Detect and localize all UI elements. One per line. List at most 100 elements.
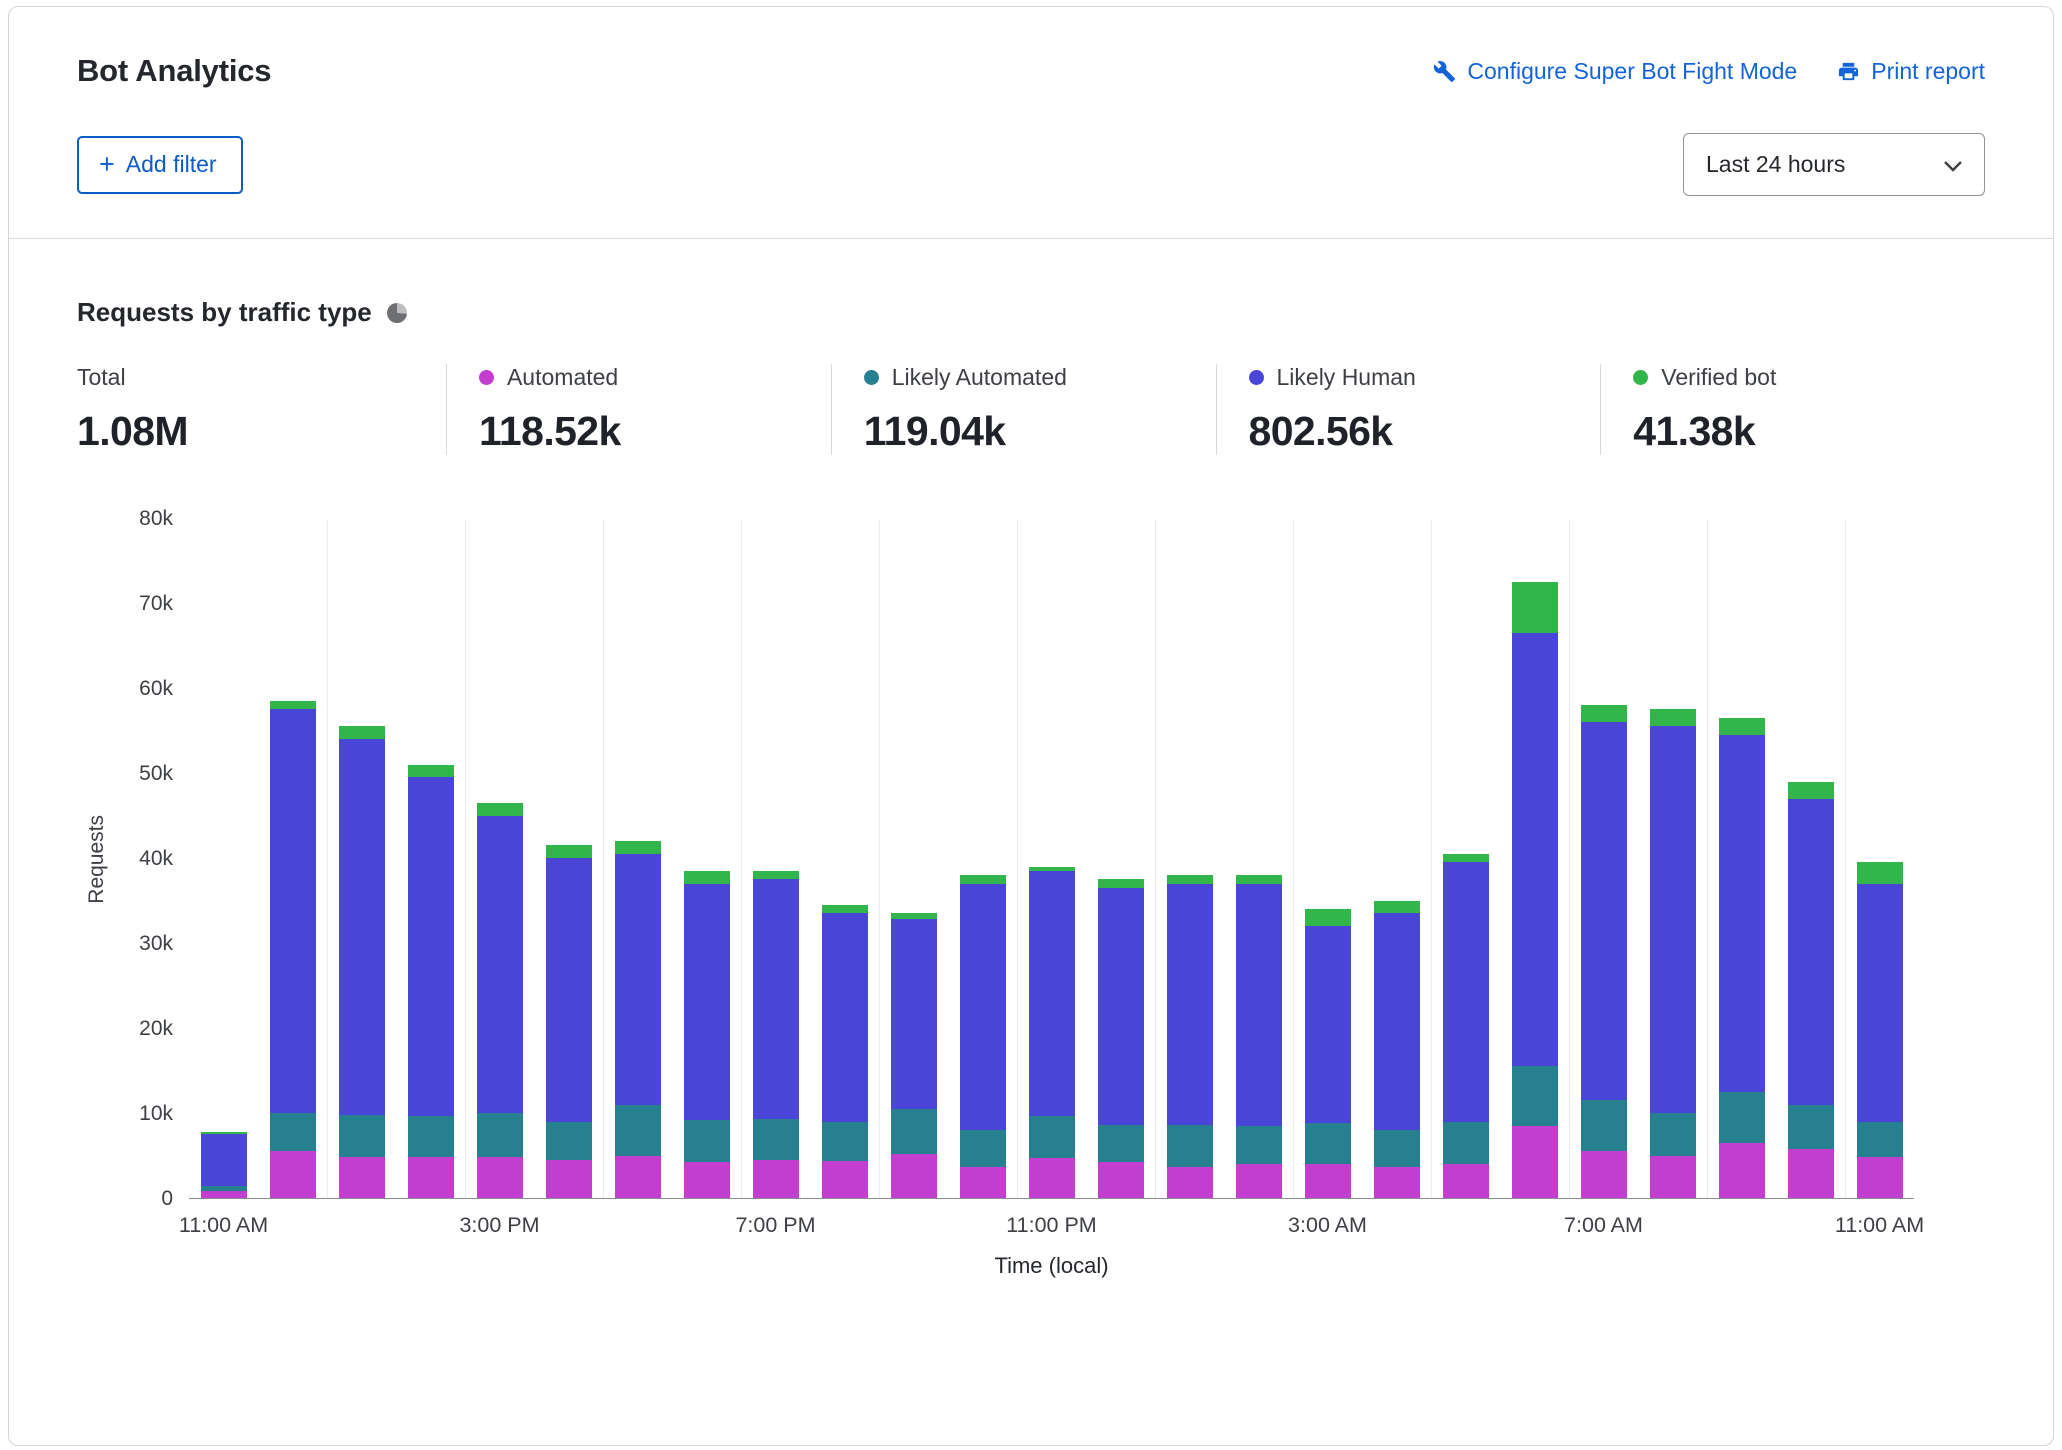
bar-segment-automated	[270, 1151, 316, 1198]
stacked-bar-4-00-pm	[546, 845, 592, 1198]
stat-likely-automated[interactable]: Likely Automated 119.04k	[831, 364, 1216, 455]
y-tick-label: 0	[161, 1187, 173, 1211]
bar-segment-likely-automated	[1719, 1092, 1765, 1143]
bar-slot	[672, 519, 741, 1198]
add-filter-label: Add filter	[126, 151, 217, 178]
y-tick-label: 40k	[139, 847, 173, 871]
y-tick-label: 60k	[139, 677, 173, 701]
bar-segment-likely-automated	[1443, 1122, 1489, 1165]
bar-segment-likely-human	[1305, 926, 1351, 1123]
stacked-bar-8-00-am	[1650, 709, 1696, 1198]
bar-segment-verified-bot	[339, 726, 385, 739]
bar-segment-automated	[684, 1162, 730, 1198]
print-link-label: Print report	[1871, 58, 1985, 85]
likely-human-legend-dot	[1249, 370, 1264, 385]
requests-section: Requests by traffic type Total 1.08M Aut…	[9, 239, 2053, 1279]
automated-legend-dot	[479, 370, 494, 385]
likely-automated-legend-dot	[864, 370, 879, 385]
stacked-bar-10-00-pm	[960, 875, 1006, 1198]
bar-segment-verified-bot	[1581, 705, 1627, 722]
bar-segment-likely-human	[408, 777, 454, 1116]
x-tick-label: 7:00 PM	[735, 1213, 815, 1238]
bar-segment-automated	[1167, 1167, 1213, 1198]
stacked-bar-3-00-am	[1305, 909, 1351, 1198]
stacked-bar-2-00-am	[1236, 875, 1282, 1198]
configure-super-bot-fight-mode-link[interactable]: Configure Super Bot Fight Mode	[1433, 58, 1797, 85]
bar-segment-verified-bot	[1788, 782, 1834, 799]
stacked-bar-9-00-pm	[891, 913, 937, 1198]
y-tick-label: 80k	[139, 507, 173, 531]
bar-segment-likely-automated	[684, 1120, 730, 1163]
stacked-bar-9-00-am	[1719, 718, 1765, 1198]
bar-segment-automated	[477, 1157, 523, 1198]
stat-automated-value: 118.52k	[479, 408, 811, 455]
bar-slot	[603, 519, 672, 1198]
stacked-bar-1-00-am	[1167, 875, 1213, 1198]
bar-slot	[465, 519, 534, 1198]
y-tick-label: 20k	[139, 1017, 173, 1041]
bar-segment-likely-human	[684, 884, 730, 1120]
bar-segment-verified-bot	[546, 845, 592, 858]
x-tick-label: 11:00 PM	[1006, 1213, 1096, 1238]
bar-slot	[396, 519, 465, 1198]
stat-likely-human[interactable]: Likely Human 802.56k	[1216, 364, 1601, 455]
stacked-bar-5-00-am	[1443, 854, 1489, 1198]
bar-slot	[1569, 519, 1638, 1198]
stat-total-label: Total	[77, 364, 126, 391]
x-axis-title: Time (local)	[189, 1253, 1914, 1279]
bar-segment-likely-human	[1443, 862, 1489, 1121]
bar-segment-likely-automated	[1788, 1105, 1834, 1149]
bar-slot	[1155, 519, 1224, 1198]
add-filter-button[interactable]: + Add filter	[77, 136, 243, 194]
stat-total[interactable]: Total 1.08M	[77, 364, 446, 455]
stacked-bar-8-00-pm	[822, 905, 868, 1198]
bar-segment-automated	[891, 1154, 937, 1198]
bar-segment-automated	[1374, 1167, 1420, 1198]
stacked-bar-7-00-am	[1581, 705, 1627, 1198]
bar-slot	[810, 519, 879, 1198]
pie-chart-icon	[387, 303, 407, 323]
stat-likely-human-value: 802.56k	[1249, 408, 1581, 455]
card-header: Bot Analytics Configure Super Bot Fight …	[9, 7, 2053, 238]
bar-segment-likely-human	[1374, 913, 1420, 1130]
stacked-bar-7-00-pm	[753, 871, 799, 1198]
bar-segment-likely-automated	[615, 1105, 661, 1156]
bar-slot	[1500, 519, 1569, 1198]
bar-slot	[1224, 519, 1293, 1198]
bar-segment-automated	[1029, 1158, 1075, 1198]
stacked-bar-11-00-pm	[1029, 867, 1075, 1198]
bar-segment-likely-human	[270, 709, 316, 1113]
bar-segment-likely-human	[753, 879, 799, 1119]
bar-segment-likely-human	[1029, 871, 1075, 1116]
stat-verified-bot[interactable]: Verified bot 41.38k	[1600, 364, 1985, 455]
bar-slot	[741, 519, 810, 1198]
stat-automated[interactable]: Automated 118.52k	[446, 364, 831, 455]
stacked-bar-10-00-am	[1788, 782, 1834, 1198]
time-range-select[interactable]: Last 24 hours	[1683, 133, 1985, 196]
bar-slot	[534, 519, 603, 1198]
x-tick-label: 11:00 AM	[1835, 1213, 1924, 1238]
configure-link-label: Configure Super Bot Fight Mode	[1467, 58, 1797, 85]
bar-segment-likely-automated	[1098, 1125, 1144, 1162]
stat-automated-label: Automated	[507, 364, 618, 391]
bar-segment-likely-automated	[960, 1130, 1006, 1167]
bar-segment-likely-automated	[1236, 1126, 1282, 1164]
bar-slot	[1707, 519, 1776, 1198]
bar-segment-verified-bot	[477, 803, 523, 816]
bar-segment-likely-human	[201, 1134, 247, 1186]
print-report-link[interactable]: Print report	[1837, 58, 1985, 85]
bar-segment-verified-bot	[1305, 909, 1351, 926]
bar-segment-likely-automated	[1857, 1122, 1903, 1158]
bar-segment-likely-automated	[1029, 1116, 1075, 1159]
plus-icon: +	[99, 155, 115, 173]
bar-segment-verified-bot	[1236, 875, 1282, 884]
bar-slot	[1086, 519, 1155, 1198]
stacked-bar-11-00-am	[1857, 862, 1903, 1198]
time-range-value: Last 24 hours	[1706, 151, 1845, 178]
wrench-icon	[1433, 60, 1456, 83]
bar-segment-likely-human	[339, 739, 385, 1115]
bar-segment-automated	[1857, 1157, 1903, 1198]
bar-segment-automated	[1098, 1162, 1144, 1198]
bar-segment-verified-bot	[1098, 879, 1144, 888]
bar-segment-likely-human	[1098, 888, 1144, 1125]
